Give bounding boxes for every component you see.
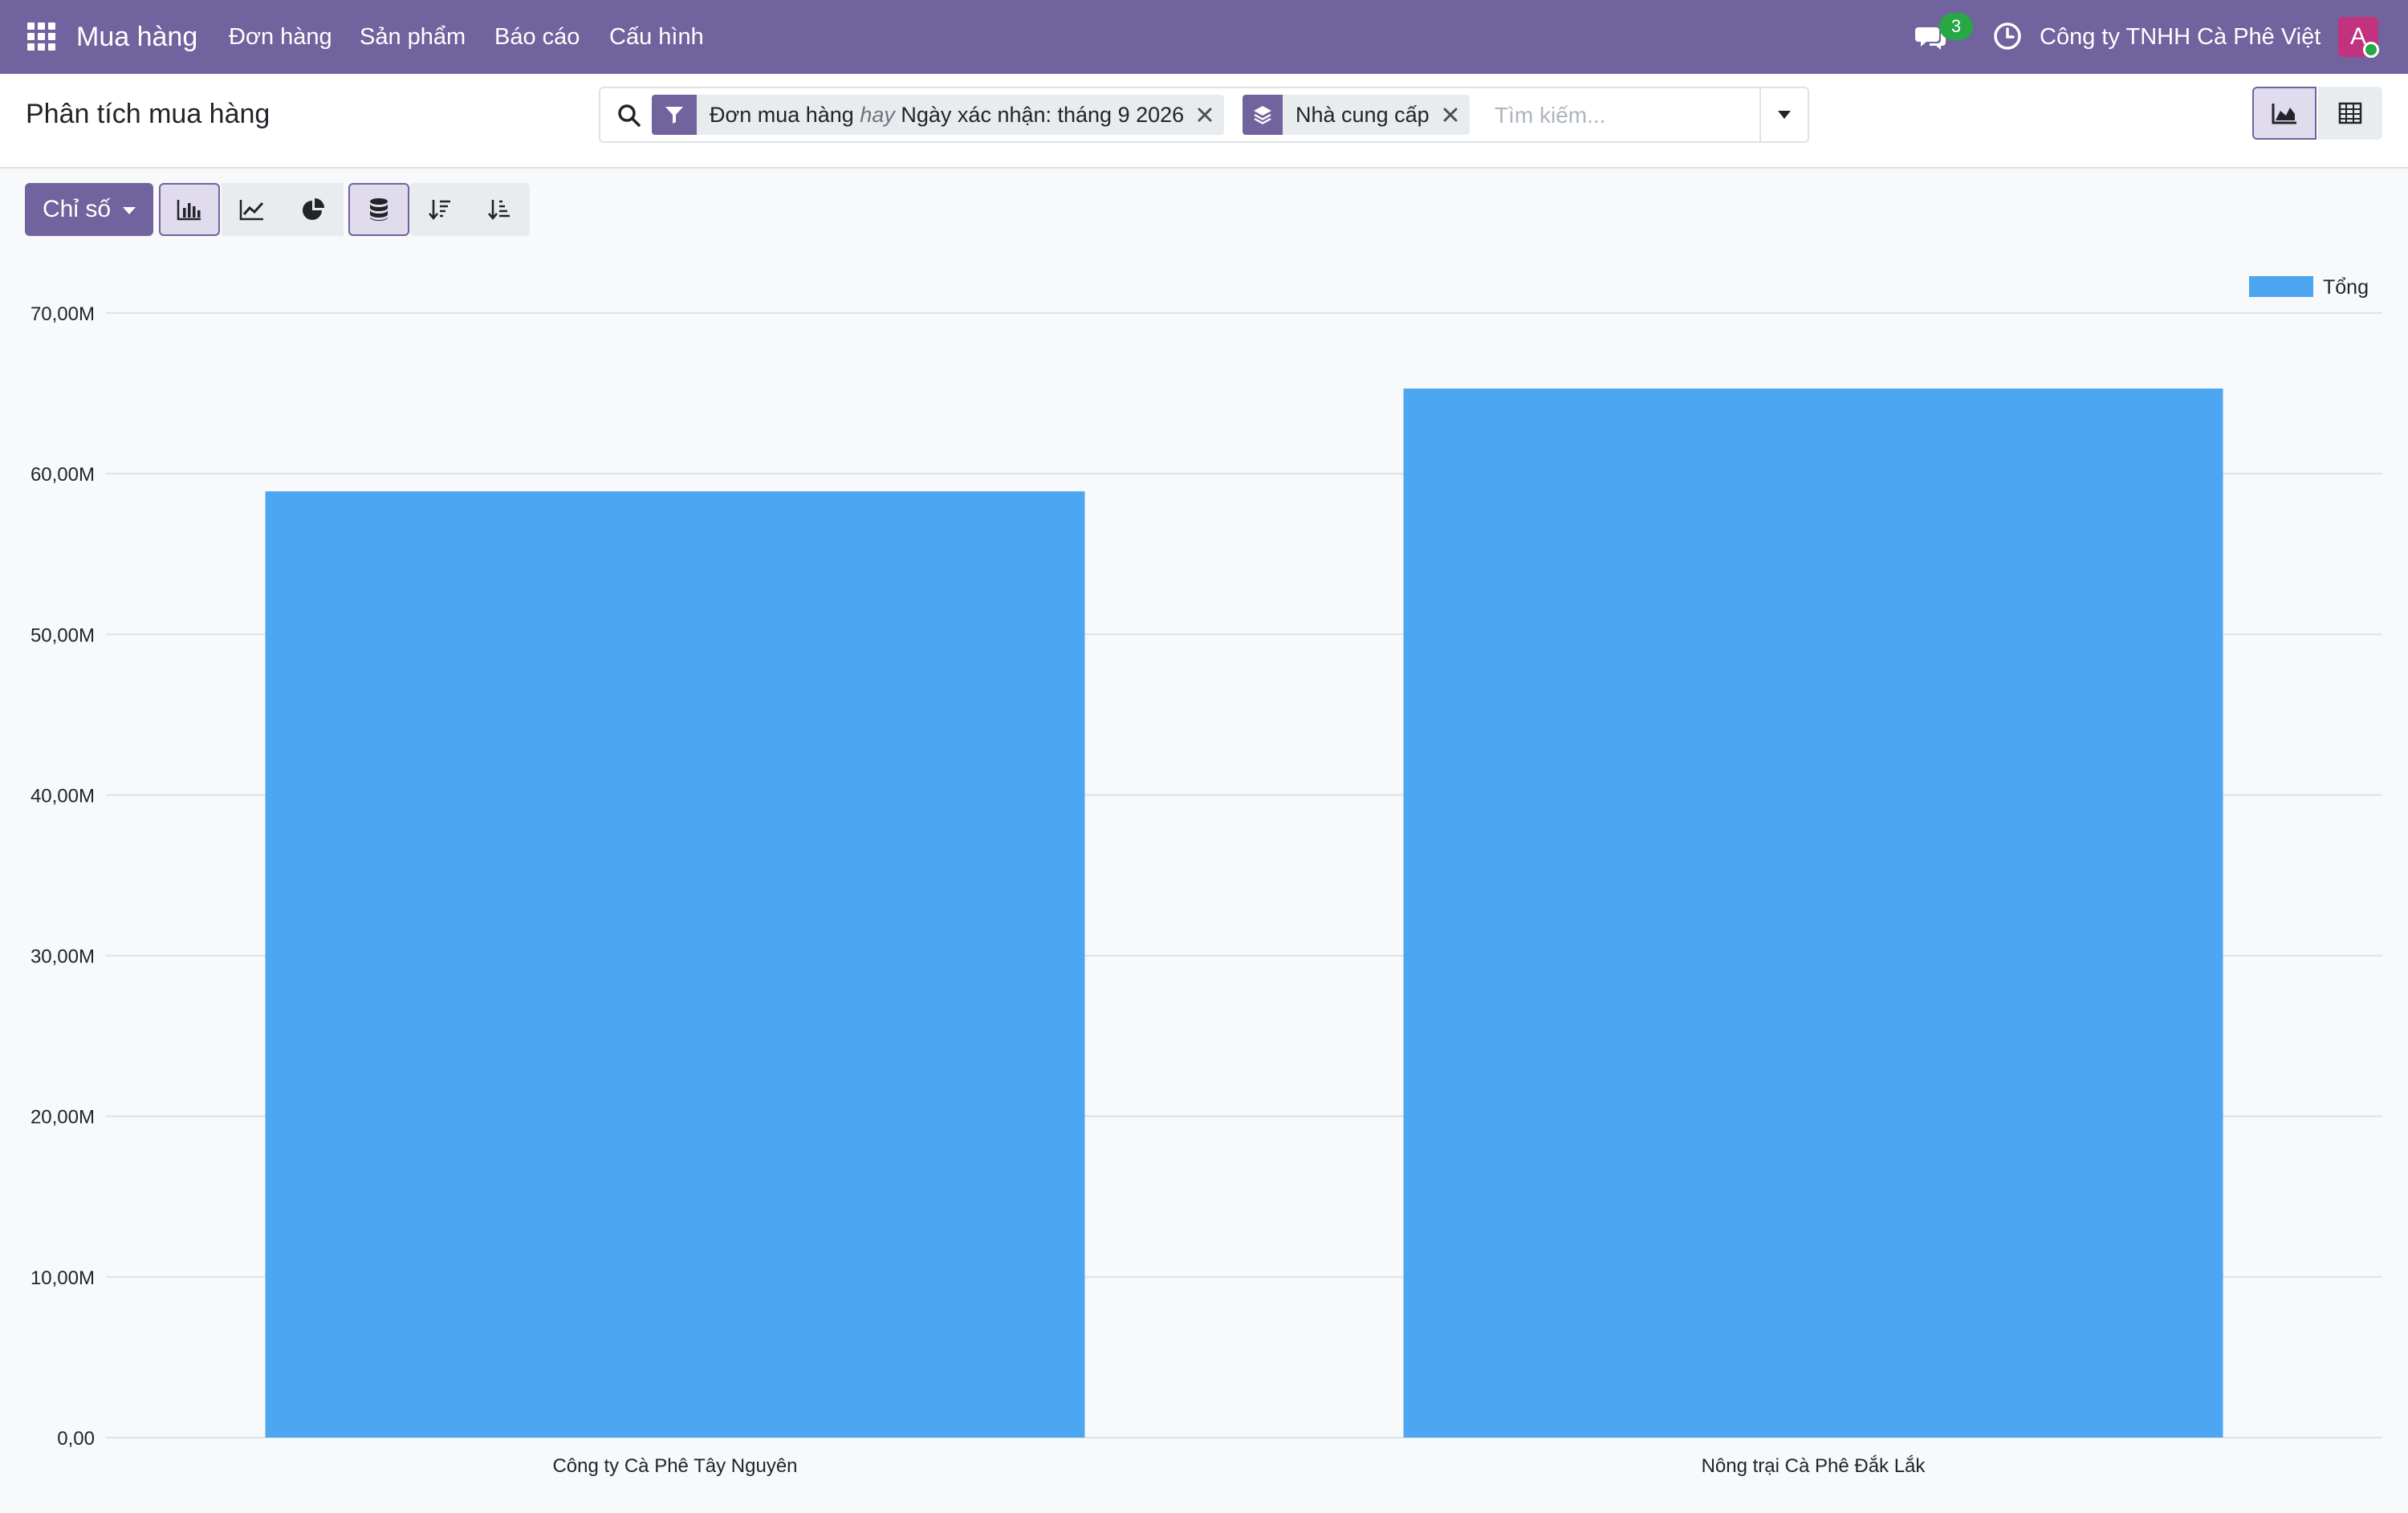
- menu-configuration[interactable]: Cấu hình: [609, 22, 704, 51]
- y-tick-label: 40,00M: [31, 785, 95, 807]
- sort-descending-icon: [429, 200, 450, 221]
- y-tick-label: 60,00M: [31, 464, 95, 486]
- pie-chart-icon: [303, 198, 324, 220]
- bar-chart: 0,00 10,00M 20,00M 30,00M 40,00M 50,00M 60,00M…: [31, 276, 2382, 1477]
- search-input[interactable]: [1493, 96, 1753, 135]
- groupby-facet-text: Nhà cung cấp: [1296, 102, 1430, 127]
- legend-label: Tổng: [2323, 276, 2369, 299]
- menu-reporting[interactable]: Báo cáo: [494, 22, 580, 51]
- y-tick-label: 0,00: [57, 1428, 95, 1450]
- online-status-icon: [2363, 42, 2379, 58]
- app-name[interactable]: Mua hàng: [76, 19, 197, 55]
- bar[interactable]: [1403, 388, 2223, 1438]
- layers-icon: [1243, 95, 1283, 135]
- remove-filter-icon[interactable]: [1197, 95, 1224, 135]
- line-chart-button[interactable]: [222, 183, 283, 236]
- database-icon: [370, 198, 388, 221]
- area-chart-icon: [2272, 104, 2296, 124]
- x-tick-label: Nông trại Cà Phê Đắk Lắk: [1702, 1455, 1926, 1477]
- table-icon: [2338, 102, 2362, 124]
- search-icon: [618, 104, 641, 127]
- sort-descending-button[interactable]: [409, 183, 470, 236]
- app-grid-icon[interactable]: [27, 22, 56, 51]
- y-tick-label: 50,00M: [31, 624, 95, 646]
- filter-part-1: Đơn mua hàng: [710, 102, 854, 127]
- page-title: Phân tích mua hàng: [26, 99, 270, 129]
- top-navbar: Mua hàng Đơn hàng Sản phẩm Báo cáo Cấu h…: [0, 0, 2408, 74]
- pie-chart-button[interactable]: [283, 183, 344, 236]
- sort-ascending-icon: [488, 200, 510, 221]
- measures-label: Chỉ số: [43, 196, 112, 222]
- filter-part-2: Ngày xác nhận: tháng 9 2026: [901, 102, 1185, 127]
- line-chart-icon: [239, 200, 264, 221]
- filter-or: hay: [860, 102, 895, 127]
- bar[interactable]: [265, 491, 1085, 1438]
- y-tick-label: 10,00M: [31, 1267, 95, 1289]
- sort-ascending-button[interactable]: [469, 183, 530, 236]
- menu-orders[interactable]: Đơn hàng: [229, 22, 332, 51]
- caret-down-icon: [123, 207, 136, 214]
- pivot-view-button[interactable]: [2318, 87, 2382, 140]
- y-tick-label: 30,00M: [31, 946, 95, 968]
- menu-products[interactable]: Sản phẩm: [360, 22, 466, 51]
- control-panel: Phân tích mua hàng Đơn mua hàng hay Ngày…: [0, 74, 2408, 169]
- filter-facet: Đơn mua hàng hay Ngày xác nhận: tháng 9 …: [652, 95, 1225, 135]
- x-tick-label: Công ty Cà Phê Tây Nguyên: [552, 1455, 797, 1477]
- measures-dropdown-button[interactable]: Chỉ số: [25, 183, 153, 236]
- remove-groupby-icon[interactable]: [1442, 95, 1470, 135]
- clock-icon[interactable]: [1992, 21, 2023, 51]
- bar-chart-icon: [177, 200, 201, 221]
- filter-icon: [652, 95, 697, 135]
- y-tick-label: 20,00M: [31, 1107, 95, 1129]
- search-options-toggle[interactable]: [1759, 88, 1808, 141]
- legend-swatch: [2249, 276, 2313, 297]
- bar-chart-button[interactable]: [159, 183, 220, 236]
- graph-view-button[interactable]: [2252, 87, 2316, 140]
- chat-badge: 3: [1939, 13, 1973, 40]
- search-bar: Đơn mua hàng hay Ngày xác nhận: tháng 9 …: [599, 87, 1809, 143]
- chart-area: 0,00 10,00M 20,00M 30,00M 40,00M 50,00M 60,00M…: [0, 241, 2408, 1509]
- stacked-toggle-button[interactable]: [348, 183, 409, 236]
- caret-down-icon: [1778, 111, 1791, 119]
- groupby-facet: Nhà cung cấp: [1243, 95, 1470, 135]
- filter-facet-text: Đơn mua hàng hay Ngày xác nhận: tháng 9 …: [697, 103, 1197, 128]
- company-switcher[interactable]: Công ty TNHH Cà Phê Việt: [2040, 22, 2321, 51]
- y-tick-label: 70,00M: [31, 303, 95, 325]
